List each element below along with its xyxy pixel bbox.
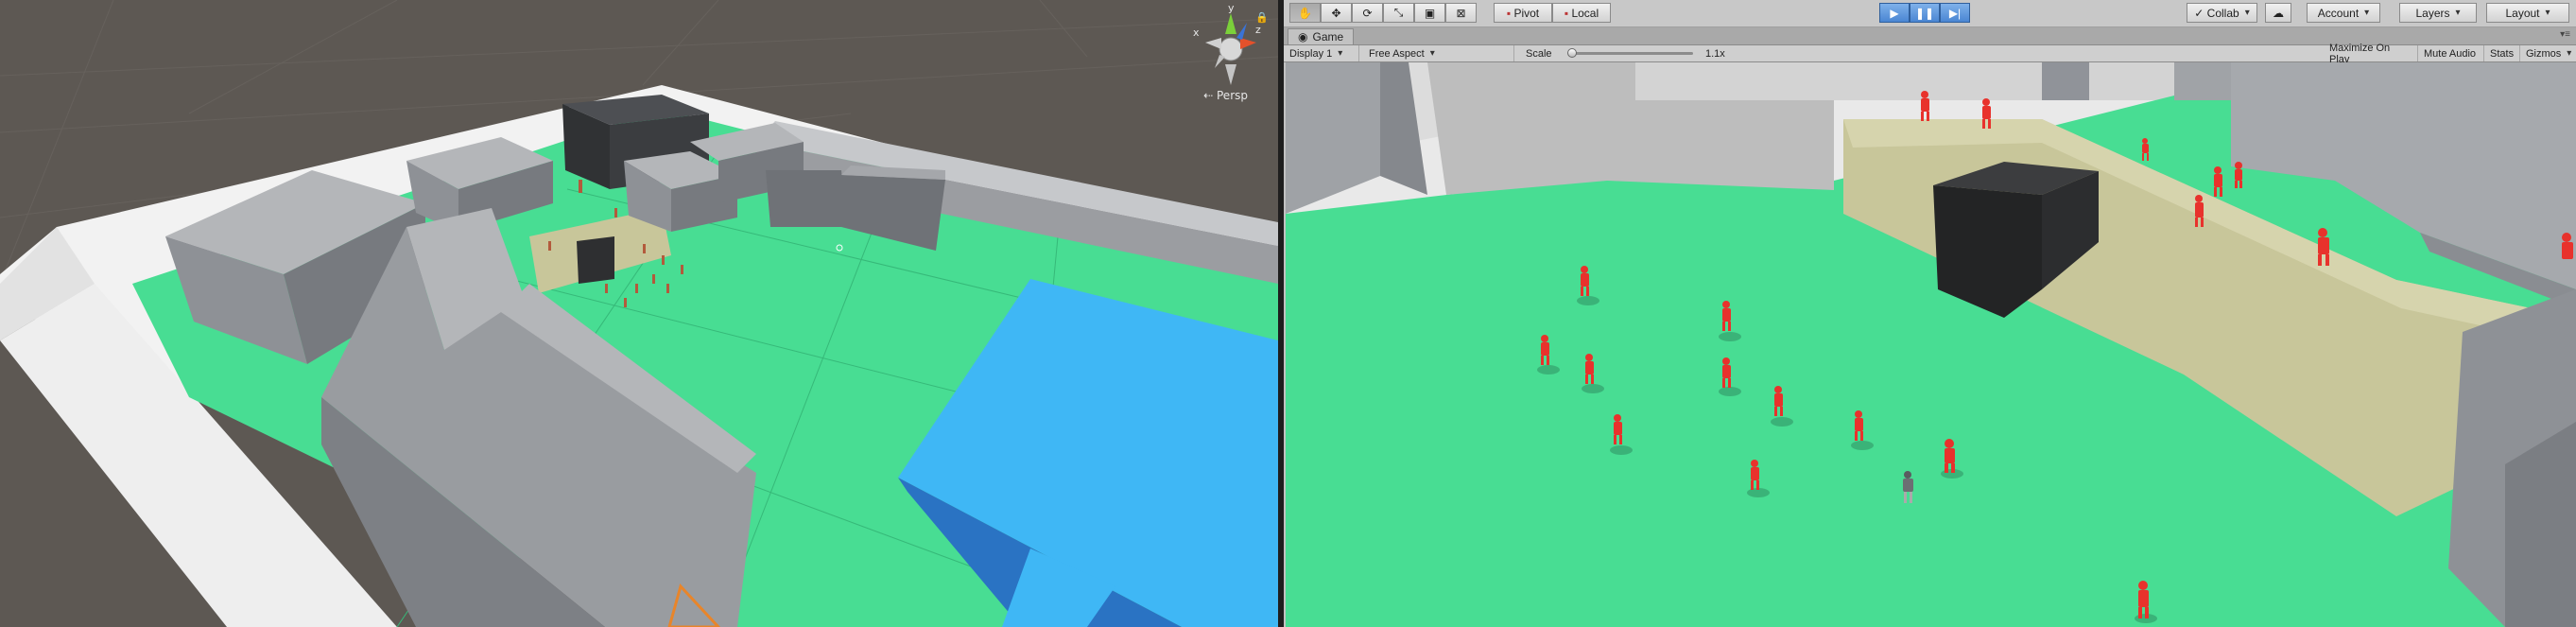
back-pillar	[2042, 62, 2089, 100]
collab-label: Collab	[2206, 6, 2239, 20]
scale-slider-track[interactable]	[1570, 52, 1693, 55]
rotate-icon: ⟳	[1362, 6, 1373, 20]
display-dropdown[interactable]: Display 1	[1284, 45, 1359, 61]
axis-z-label: z	[1255, 24, 1261, 36]
scale-value: 1.1x	[1700, 45, 1738, 61]
main-toolbar: ✋ ✥ ⟳ ⤡ ▣ ⊠ ▪ Pivot ▪ Local ▶ ❚❚ ▶| ✓ Co…	[1284, 0, 2576, 27]
transform-tool-button[interactable]: ⊠	[1445, 3, 1477, 23]
game-tab-label: Game	[1312, 30, 1344, 44]
pause-button[interactable]: ❚❚	[1910, 3, 1940, 23]
scene-orientation-gizmo[interactable]: y z x	[1193, 2, 1261, 85]
back-wall	[1626, 62, 2193, 100]
aspect-dropdown[interactable]: Free Aspect	[1363, 45, 1514, 61]
step-button[interactable]: ▶|	[1940, 3, 1970, 23]
step-icon: ▶|	[1948, 6, 1962, 20]
display-label: Display 1	[1289, 47, 1333, 60]
hand-icon: ✋	[1298, 6, 1312, 20]
move-icon: ✥	[1331, 6, 1341, 20]
pivot-label: Pivot	[1513, 6, 1540, 20]
game-view[interactable]	[1286, 62, 2576, 627]
scale-slider-thumb[interactable]	[1567, 48, 1577, 58]
layout-label: Layout	[2505, 6, 2540, 20]
local-toggle[interactable]: ▪ Local	[1552, 3, 1611, 23]
tab-menu-icon[interactable]: ▾≡	[2560, 29, 2570, 40]
play-button[interactable]: ▶	[1879, 3, 1910, 23]
pivot-toggle[interactable]: ▪ Pivot	[1494, 3, 1552, 23]
editor-right-panel: ✋ ✥ ⟳ ⤡ ▣ ⊠ ▪ Pivot ▪ Local ▶ ❚❚ ▶| ✓ Co…	[1284, 0, 2576, 627]
local-label: Local	[1571, 6, 1599, 20]
tab-game[interactable]: ◉ Game	[1288, 28, 1355, 44]
play-icon: ▶	[1890, 6, 1899, 20]
game-view-toolbar: Display 1 Free Aspect Scale 1.1x Maximiz…	[1284, 43, 2576, 65]
cloud-button[interactable]: ☁	[2265, 3, 2291, 23]
axis-y-label: y	[1228, 2, 1235, 14]
rect-tool-button[interactable]: ▣	[1414, 3, 1445, 23]
rect-icon: ▣	[1424, 6, 1436, 20]
game-canvas[interactable]	[1286, 62, 2576, 627]
scale-icon: ⤡	[1393, 6, 1404, 19]
gizmos-label: Gizmos	[2526, 47, 2562, 60]
layout-dropdown[interactable]: Layout	[2486, 3, 2569, 23]
cloud-icon: ☁	[2273, 6, 2284, 20]
move-tool-button[interactable]: ✥	[1321, 3, 1352, 23]
mute-audio-label: Mute Audio	[2424, 47, 2477, 60]
stats-label: Stats	[2490, 47, 2515, 60]
layers-dropdown[interactable]: Layers	[2399, 3, 2477, 23]
rotate-tool-button[interactable]: ⟳	[1352, 3, 1383, 23]
account-dropdown[interactable]: Account	[2307, 3, 2380, 23]
scale-label: Scale	[1520, 45, 1567, 61]
maximize-on-play-label: Maximize On Play	[2329, 42, 2391, 65]
collab-check-icon: ✓	[2194, 6, 2204, 20]
maximize-on-play-toggle[interactable]: Maximize On Play	[2324, 43, 2418, 65]
game-tab-icon: ◉	[1298, 30, 1308, 44]
back-pillar-2	[2174, 62, 2231, 100]
collab-dropdown[interactable]: ✓ Collab	[2187, 3, 2257, 23]
persp-arrow-icon: ⇠	[1203, 89, 1214, 102]
pivot-icon: ▪	[1506, 6, 1512, 20]
stats-toggle[interactable]: Stats	[2484, 45, 2520, 61]
gizmos-dropdown[interactable]: Gizmos	[2520, 45, 2576, 61]
mute-audio-toggle[interactable]: Mute Audio	[2418, 45, 2484, 61]
projection-label[interactable]: ⇠ Persp	[1203, 89, 1248, 102]
scale-label-text: Scale	[1526, 47, 1552, 60]
scale-value-text: 1.1x	[1705, 47, 1725, 60]
local-icon: ▪	[1564, 6, 1569, 20]
lock-icon[interactable]: 🔒	[1255, 11, 1269, 24]
account-label: Account	[2317, 6, 2360, 20]
unity-editor: y z x 🔒 ⇠ Persp ✋ ✥ ⟳ ⤡ ▣ ⊠ ▪ Pivot ▪ Lo…	[0, 0, 2576, 627]
hand-tool-button[interactable]: ✋	[1289, 3, 1321, 23]
aspect-label: Free Aspect	[1369, 47, 1425, 60]
scene-canvas[interactable]: y z x	[0, 0, 1278, 627]
persp-text: Persp	[1217, 89, 1248, 102]
transform-icon: ⊠	[1456, 6, 1466, 20]
pause-icon: ❚❚	[1914, 6, 1935, 20]
scale-tool-button[interactable]: ⤡	[1383, 3, 1414, 23]
scene-view[interactable]: y z x 🔒 ⇠ Persp	[0, 0, 1278, 627]
layers-label: Layers	[2415, 6, 2450, 20]
axis-x-label: x	[1193, 26, 1200, 39]
